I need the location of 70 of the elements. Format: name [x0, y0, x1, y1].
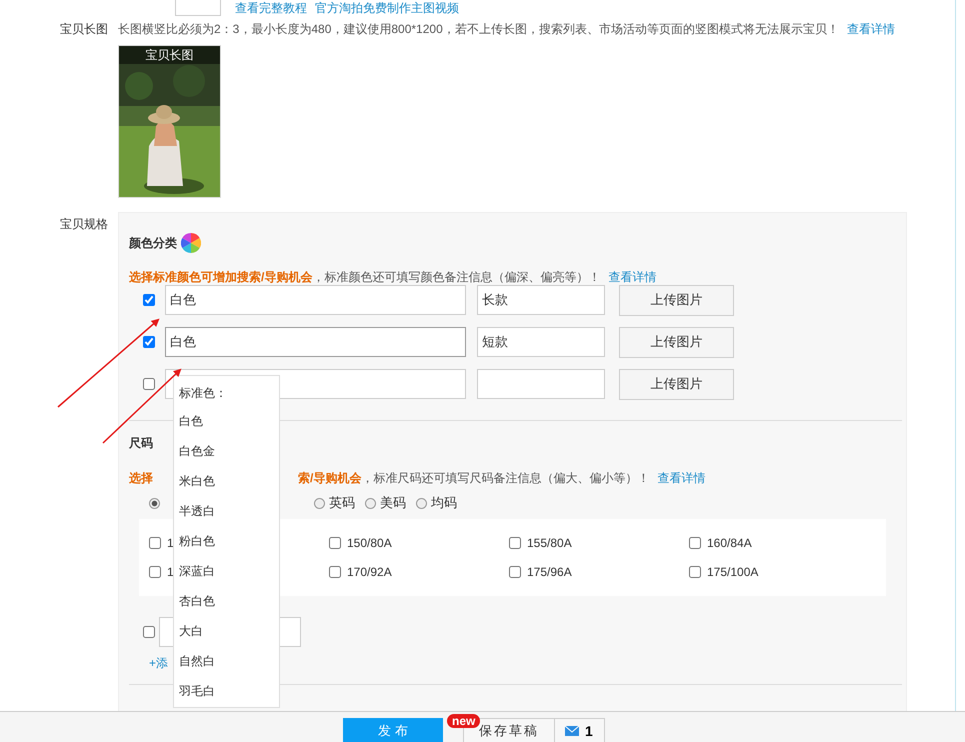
upload-button[interactable]: 上传图片 — [619, 368, 734, 400]
dropdown-option[interactable]: 粉白色 — [174, 526, 279, 556]
checkbox[interactable] — [143, 294, 155, 306]
dropdown-option[interactable]: 自然白 — [174, 646, 279, 676]
radio-label: 均码 — [431, 494, 457, 512]
hint-text: 长图横竖比必须为2：3，最小长度为480，建议使用800*1200，若不上传长图，搜索列表、市场活动等页面的竖图模式将无法展示宝贝！ — [118, 21, 839, 38]
add-link[interactable]: +添 — [149, 655, 168, 672]
input-value: 短款 — [482, 333, 508, 351]
input-value: 长款 — [482, 291, 508, 309]
checkbox[interactable] — [143, 378, 155, 390]
input-value: 白色 — [170, 333, 196, 351]
checkbox[interactable] — [143, 626, 155, 638]
checkbox[interactable] — [149, 537, 161, 549]
image-caption: 宝贝长图 — [119, 46, 220, 64]
hint-text: 索/导购机会，标准尺码还可填写尺码备注信息（偏大、偏小等）！ — [298, 470, 650, 486]
radio-button[interactable] — [416, 498, 427, 508]
size-label: 175/100A — [707, 565, 758, 579]
size-label: 150/80A — [347, 536, 392, 550]
note-input[interactable]: 长款 — [477, 285, 605, 315]
link[interactable]: 查看完整教程 — [235, 1, 307, 16]
checkbox[interactable] — [143, 336, 155, 348]
checkbox[interactable] — [689, 566, 701, 578]
input-value: 白色 — [170, 291, 196, 309]
details-link[interactable]: 查看详情 — [657, 470, 706, 486]
section-title: 尺码 — [129, 434, 153, 452]
checkbox[interactable] — [329, 537, 341, 549]
new-badge: new — [447, 714, 480, 728]
upload-button[interactable]: 上传图片 — [619, 284, 734, 316]
link[interactable]: 官方淘拍免费制作主图视频 — [315, 1, 459, 16]
color-input[interactable]: 白色 — [165, 327, 466, 357]
dropdown-option[interactable]: 白色金 — [174, 436, 279, 466]
input-field[interactable] — [175, 0, 221, 16]
radio-label: 英码 — [329, 494, 355, 512]
checkbox[interactable] — [689, 537, 701, 549]
size-label: 175/96A — [527, 565, 572, 579]
size-label: 1 — [167, 565, 174, 579]
radio-button[interactable] — [314, 498, 325, 508]
upload-button[interactable]: 上传图片 — [619, 326, 734, 358]
dropdown-option[interactable]: 大白 — [174, 616, 279, 646]
dropdown-option[interactable]: 羽毛白 — [174, 676, 279, 706]
checkbox[interactable] — [509, 566, 521, 578]
checkbox[interactable] — [329, 566, 341, 578]
size-label: 160/84A — [707, 536, 752, 550]
dropdown-option[interactable]: 米白色 — [174, 466, 279, 496]
color-input[interactable]: 白色 — [165, 285, 466, 315]
radio-label: 美码 — [380, 494, 406, 512]
dropdown-option[interactable]: 深蓝白 — [174, 556, 279, 586]
dropdown-option[interactable]: 白色 — [174, 406, 279, 436]
section-title: 颜色分类 — [129, 234, 177, 252]
details-link[interactable]: 查看详情 — [846, 20, 895, 38]
field-label: 宝贝长图 — [59, 21, 109, 38]
messages-button[interactable]: 1 — [555, 718, 605, 742]
checkbox[interactable] — [149, 566, 161, 578]
hint-text: 选择标准颜色可增加搜索/导购机会，标准颜色还可填写颜色备注信息（偏深、偏亮等）！ — [129, 269, 600, 285]
field-label: 宝贝规格 — [59, 216, 109, 233]
dropdown-option[interactable]: 半透白 — [174, 496, 279, 526]
radio-button[interactable] — [149, 498, 160, 508]
dropdown-option[interactable]: 杏白色 — [174, 586, 279, 616]
details-link[interactable]: 查看详情 — [608, 269, 656, 285]
dropdown-heading: 标准色： — [178, 385, 228, 402]
size-label: 1 — [167, 536, 174, 550]
size-label: 155/80A — [527, 536, 572, 550]
hint-text: 选择 — [129, 470, 153, 486]
envelope-icon — [565, 726, 579, 736]
note-input[interactable] — [477, 369, 605, 399]
note-input[interactable]: 短款 — [477, 327, 605, 357]
size-label: 170/92A — [347, 565, 392, 579]
checkbox[interactable] — [509, 537, 521, 549]
color-wheel-icon — [181, 233, 201, 253]
radio-button[interactable] — [365, 498, 376, 508]
